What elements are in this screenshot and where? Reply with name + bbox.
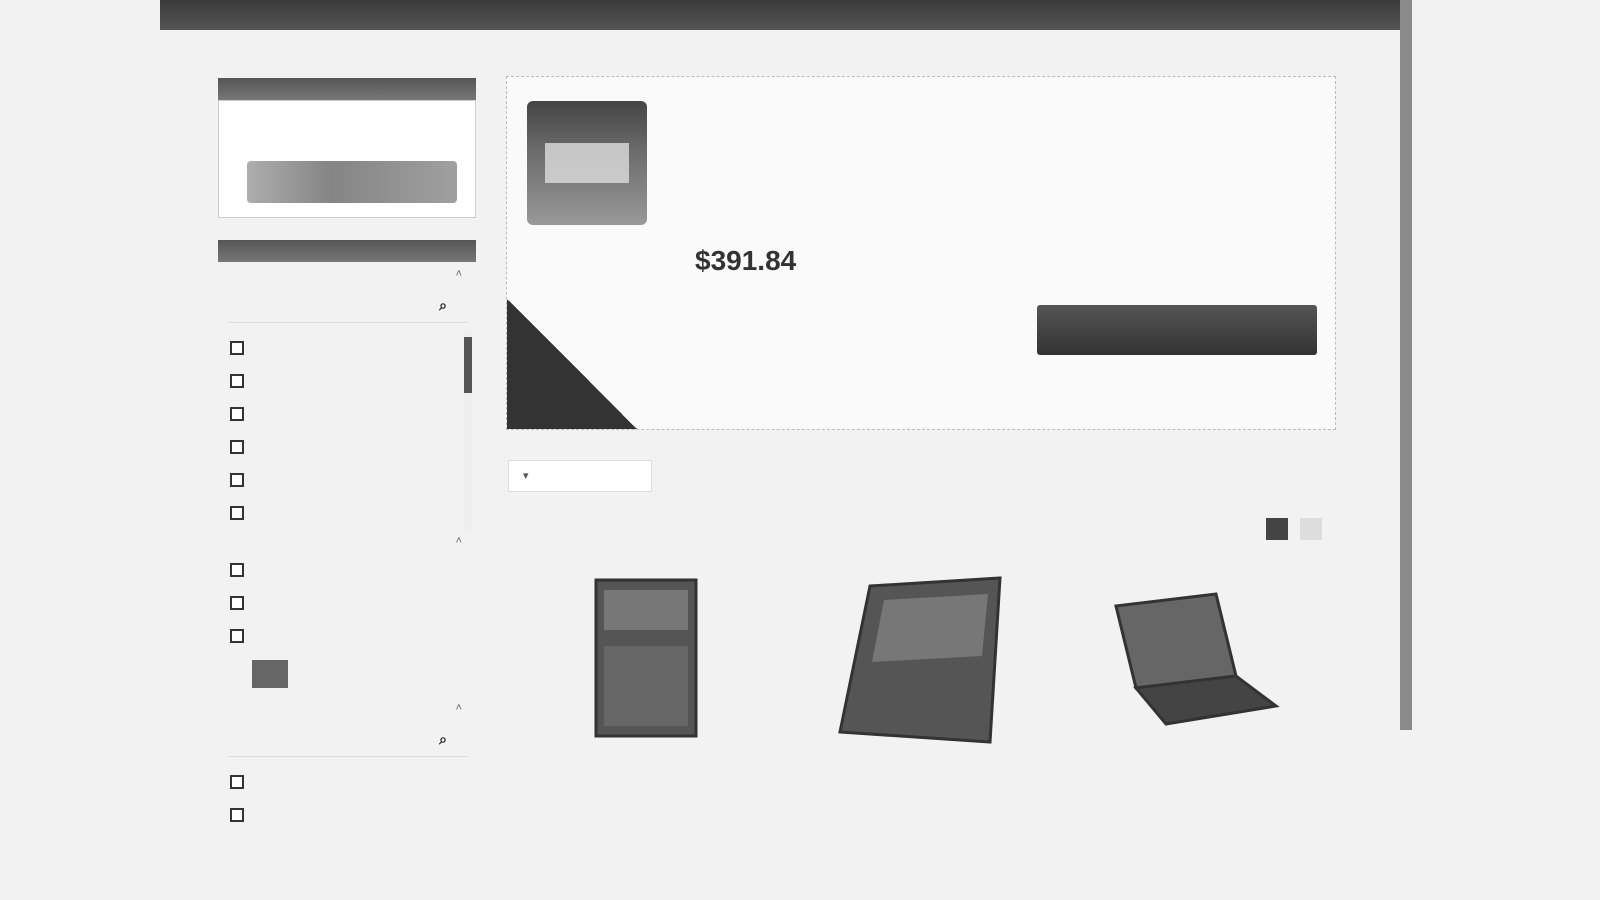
checkbox[interactable] bbox=[230, 628, 244, 643]
checkbox[interactable] bbox=[230, 340, 244, 355]
price-range-row bbox=[218, 652, 476, 696]
brand-option[interactable] bbox=[218, 463, 476, 496]
brand-filter: ˄ ⌕ ˄ ˄ ⌕ bbox=[218, 240, 476, 831]
top-navigation-bar bbox=[160, 0, 1400, 30]
checkbox[interactable] bbox=[230, 562, 244, 577]
chevron-up-icon[interactable]: ˄ bbox=[456, 535, 462, 547]
promotion-option[interactable] bbox=[218, 619, 476, 652]
product-image-tap-die-book[interactable] bbox=[526, 566, 786, 756]
product-card[interactable] bbox=[526, 566, 786, 886]
promo-header bbox=[218, 78, 476, 100]
thread-search-input[interactable] bbox=[228, 735, 432, 749]
scroll-thumb[interactable] bbox=[464, 337, 472, 393]
promo-banner-image bbox=[247, 161, 457, 203]
filter-header bbox=[218, 240, 476, 262]
chevron-up-icon[interactable]: ˄ bbox=[456, 268, 462, 280]
thread-option[interactable] bbox=[218, 765, 476, 798]
checkbox[interactable] bbox=[230, 807, 244, 822]
brand-option[interactable] bbox=[218, 364, 476, 397]
brand-list bbox=[218, 331, 476, 531]
checkbox[interactable] bbox=[230, 406, 244, 421]
promotion-option[interactable] bbox=[218, 553, 476, 586]
product-card[interactable] bbox=[800, 566, 1060, 886]
checkbox[interactable] bbox=[230, 595, 244, 610]
promo-box bbox=[218, 100, 476, 218]
product-case-lid bbox=[545, 143, 629, 183]
checkbox[interactable] bbox=[230, 373, 244, 388]
brand-option[interactable] bbox=[218, 496, 476, 529]
sidebar: ˄ ⌕ ˄ ˄ ⌕ bbox=[218, 78, 476, 831]
brand-search-row: ⌕ bbox=[228, 294, 468, 323]
featured-product-image[interactable] bbox=[527, 101, 647, 225]
product-card[interactable] bbox=[1076, 566, 1336, 886]
brand-option[interactable] bbox=[218, 430, 476, 463]
featured-price: $391.84 bbox=[695, 245, 797, 276]
thread-search-row: ⌕ bbox=[228, 728, 468, 757]
brand-option[interactable] bbox=[218, 331, 476, 364]
add-to-cart-button[interactable] bbox=[1037, 305, 1317, 355]
store-dropdown[interactable]: ▾ bbox=[508, 460, 652, 492]
brand-search-input[interactable] bbox=[228, 301, 432, 315]
price-go-button[interactable] bbox=[252, 660, 288, 688]
product-image-open-case[interactable] bbox=[1076, 566, 1336, 756]
grid-view-icon[interactable] bbox=[1266, 518, 1288, 540]
list-view-icon[interactable] bbox=[1300, 518, 1322, 540]
search-icon[interactable]: ⌕ bbox=[432, 731, 454, 753]
checkbox[interactable] bbox=[230, 439, 244, 454]
search-icon[interactable]: ⌕ bbox=[432, 297, 454, 319]
checkbox[interactable] bbox=[230, 774, 244, 789]
brand-option[interactable] bbox=[218, 397, 476, 430]
checkbox[interactable] bbox=[230, 505, 244, 520]
promotion-filter-label[interactable]: ˄ bbox=[218, 529, 476, 553]
chevron-up-icon[interactable]: ˄ bbox=[456, 702, 462, 714]
featured-product-card: $391.84 bbox=[506, 76, 1336, 430]
window-scrollbar[interactable] bbox=[1400, 0, 1412, 730]
tap-thread-size-label[interactable]: ˄ bbox=[218, 696, 476, 720]
product-image-tap-die-case[interactable] bbox=[800, 566, 1060, 756]
sponsored-corner-banner bbox=[507, 299, 637, 429]
thread-option[interactable] bbox=[218, 798, 476, 831]
brand-filter-label[interactable]: ˄ bbox=[218, 262, 476, 286]
chevron-down-icon: ▾ bbox=[523, 470, 529, 482]
brand-list-scrollbar[interactable] bbox=[464, 331, 472, 531]
promotion-option[interactable] bbox=[218, 586, 476, 619]
checkbox[interactable] bbox=[230, 472, 244, 487]
